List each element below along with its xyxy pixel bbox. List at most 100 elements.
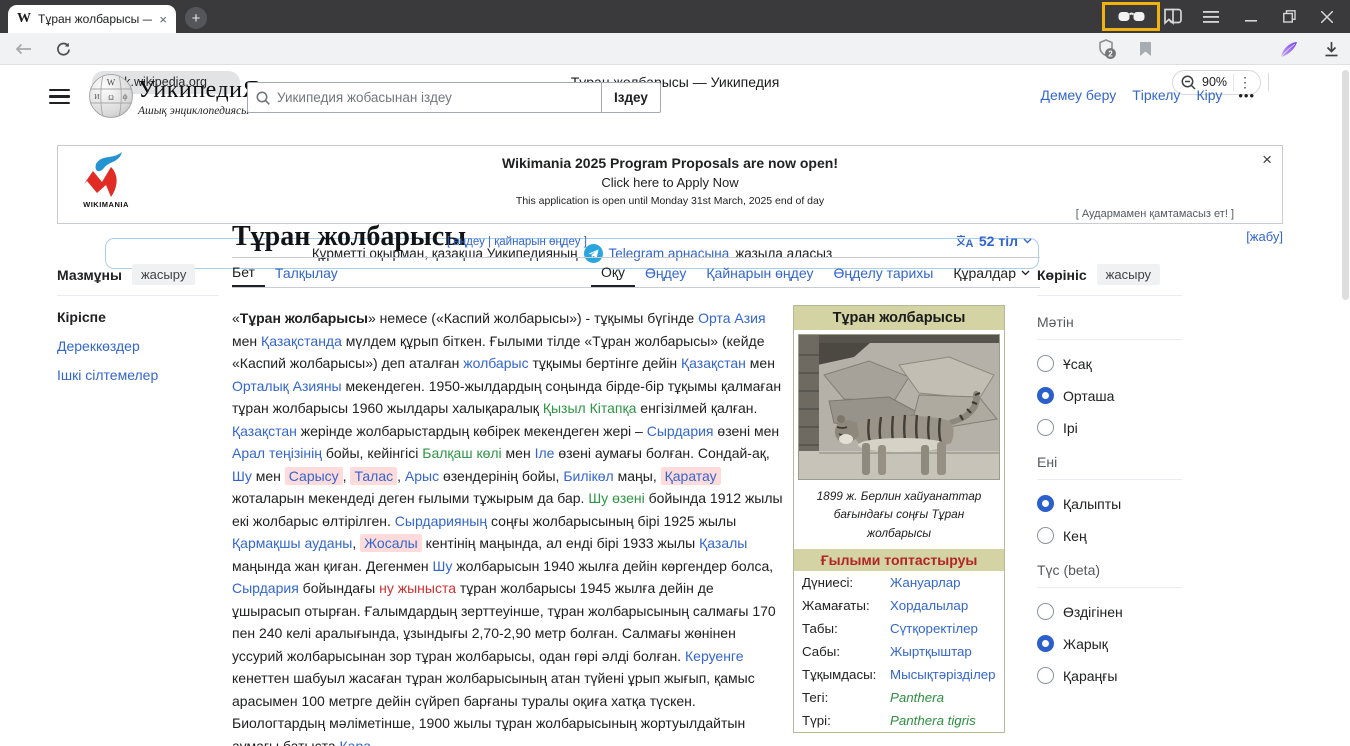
wiki-link[interactable]: Балқаш көлі — [422, 445, 501, 461]
radio-width-standard[interactable]: Қалыпты — [1037, 495, 1182, 512]
wikimania-banner[interactable]: WIKIMANIA Wikimania 2025 Program Proposa… — [57, 145, 1283, 224]
bookmark-icon[interactable] — [1130, 33, 1160, 65]
svg-text:2: 2 — [1108, 49, 1113, 58]
wiki-link[interactable]: Қара — [340, 738, 372, 746]
wiki-link[interactable]: Билікөл — [563, 468, 613, 484]
order-link[interactable]: Жыртқыштар — [890, 644, 972, 659]
more-options-icon[interactable]: ••• — [1238, 88, 1255, 103]
donate-link[interactable]: Демеу беру — [1041, 87, 1117, 103]
browser-tab[interactable]: W Тұран жолбарысы — Уі × — [8, 5, 176, 33]
toc-item-intro[interactable]: Кіріспе — [57, 309, 219, 325]
toc-hide-button[interactable]: жасыру — [132, 264, 195, 285]
tab-edit-source[interactable]: Қайнарын өңдеу — [696, 258, 823, 287]
text: , — [352, 535, 360, 551]
register-link[interactable]: Тіркелу — [1132, 87, 1180, 103]
kingdom-link[interactable]: Жануарлар — [890, 575, 961, 590]
wiki-link[interactable]: Қазақстан — [232, 423, 297, 439]
class-link[interactable]: Сүтқоректілер — [890, 621, 978, 636]
article-title-row: Тұран жолбарысы [ өңдеу | қайнарын өңдеу… — [232, 222, 1040, 258]
genus-link[interactable]: Panthera — [890, 690, 944, 705]
restore-icon[interactable] — [1274, 0, 1304, 33]
wiki-link[interactable]: ну жыныста — [379, 580, 456, 596]
wiki-link[interactable]: Орта Азия — [698, 310, 765, 326]
appearance-panel: Көрініс жасыру Мәтін Ұсақ Орташа Ірі Ені… — [1037, 264, 1182, 684]
wiki-link[interactable]: жолбарыс — [463, 355, 528, 371]
tab-page[interactable]: Бет — [232, 258, 265, 287]
radio-text-medium[interactable]: Орташа — [1037, 387, 1182, 404]
wiki-link[interactable]: Арыс — [405, 468, 439, 484]
protect-badge-icon[interactable]: 2 — [1092, 33, 1122, 65]
svg-text:A: A — [965, 238, 973, 248]
wiki-link[interactable]: Қазақстанда — [261, 333, 342, 349]
wiki-link[interactable]: Шу — [232, 468, 252, 484]
wiki-link[interactable]: Талас — [350, 467, 397, 485]
wiki-link[interactable]: Қазақстан — [681, 355, 746, 371]
language-selector[interactable]: A 52 тіл — [956, 233, 1032, 249]
download-icon[interactable] — [1316, 33, 1346, 65]
wiki-link[interactable]: Қаратау — [661, 467, 721, 485]
taxonomy-row: Дүниесі:Жануарлар — [794, 571, 1004, 594]
appearance-hide-button[interactable]: жасыру — [1097, 264, 1160, 285]
search-input[interactable] — [277, 90, 593, 105]
wiki-link[interactable]: Сырдария — [647, 423, 714, 439]
phylum-link[interactable]: Хордалылар — [890, 598, 968, 613]
wiki-link[interactable]: Жосалы — [360, 534, 422, 552]
toc-item-sources[interactable]: Дереккөздер — [57, 338, 219, 354]
tab-edit[interactable]: Өңдеу — [635, 258, 696, 287]
tab-talk[interactable]: Талқылау — [265, 258, 348, 287]
tab-read[interactable]: Оқу — [591, 258, 635, 287]
scrollbar[interactable] — [1342, 70, 1349, 300]
wikipedia-wordmark[interactable]: УикипедиЯ Ашық энциклопедиясы — [138, 77, 259, 117]
tab-tools[interactable]: Құралдар — [943, 258, 1040, 287]
quill-extension-icon[interactable] — [1274, 33, 1304, 65]
banner-translate-link[interactable]: [ Аудармамен қамтамасыз ет! ] — [1076, 208, 1234, 220]
wiki-link[interactable]: Шу — [433, 558, 453, 574]
banner-apply-link[interactable]: Click here to Apply Now — [258, 175, 1082, 190]
wiki-link[interactable]: Сырдарияның — [395, 513, 487, 529]
radio-width-wide[interactable]: Кең — [1037, 527, 1182, 544]
title-edit-links[interactable]: [ өңдеу | қайнарын өңдеу ] — [447, 236, 587, 248]
toc-title: Мазмұны — [57, 267, 122, 283]
back-icon[interactable] — [8, 33, 38, 65]
wiki-link[interactable]: Сарысу — [285, 467, 343, 485]
radio-text-small[interactable]: Ұсақ — [1037, 355, 1182, 372]
species-link[interactable]: Panthera tigris — [890, 713, 976, 728]
wiki-link[interactable]: Қармақшы ауданы — [232, 535, 352, 551]
tiger-photo[interactable] — [798, 334, 1000, 480]
banner-close-icon[interactable]: × — [1262, 150, 1272, 170]
search-field[interactable] — [247, 82, 602, 113]
radio-color-auto[interactable]: Өздігінен — [1037, 603, 1182, 620]
main-menu-icon[interactable] — [49, 89, 70, 104]
wiki-link[interactable]: Орталық Азияны — [232, 378, 342, 394]
text: кенеттен шабуыл жасаған тұран жолбарысын… — [232, 670, 755, 746]
new-tab-button[interactable]: + — [185, 7, 207, 29]
reload-icon[interactable] — [48, 33, 78, 65]
family-link[interactable]: Мысықтәрізділер — [890, 667, 996, 682]
menu-icon[interactable] — [1196, 0, 1226, 33]
radio-color-dark[interactable]: Қараңғы — [1037, 667, 1182, 684]
close-banner-link[interactable]: [жабу] — [1246, 229, 1283, 244]
wiki-link[interactable]: Сырдария — [232, 580, 299, 596]
wiki-link[interactable]: Қазалы — [699, 535, 747, 551]
wiki-link[interactable]: Арал теңізінің — [232, 445, 322, 461]
login-link[interactable]: Кіру — [1196, 87, 1222, 103]
wikipedia-globe-logo[interactable]: W И Ω ф — [88, 73, 134, 119]
wiki-link[interactable]: Қызыл Кітапқа — [543, 400, 637, 416]
radio-text-large[interactable]: Ірі — [1037, 419, 1182, 436]
minimize-icon[interactable] — [1236, 0, 1266, 33]
wiki-link[interactable]: Шу өзені — [588, 490, 644, 506]
search-button[interactable]: Іздеу — [602, 82, 661, 113]
text: мен — [252, 468, 285, 484]
radio-color-light[interactable]: Жарық — [1037, 635, 1182, 652]
toc-item-internal-links[interactable]: Ішкі сілтемелер — [57, 367, 219, 383]
tab-history[interactable]: Өңделу тарихы — [823, 258, 943, 287]
wiki-link[interactable]: Іле — [535, 445, 555, 461]
radio-icon — [1037, 355, 1054, 372]
color-label: Түс (beta) — [1037, 562, 1182, 588]
close-window-icon[interactable] — [1312, 0, 1342, 33]
infobox-title: Тұран жолбарысы — [794, 306, 1004, 330]
tab-close-icon[interactable]: × — [159, 13, 167, 26]
wiki-link[interactable]: Керуенге — [685, 648, 744, 664]
side-panel-icon[interactable] — [1158, 0, 1188, 33]
reading-glasses-icon[interactable] — [1118, 10, 1145, 23]
